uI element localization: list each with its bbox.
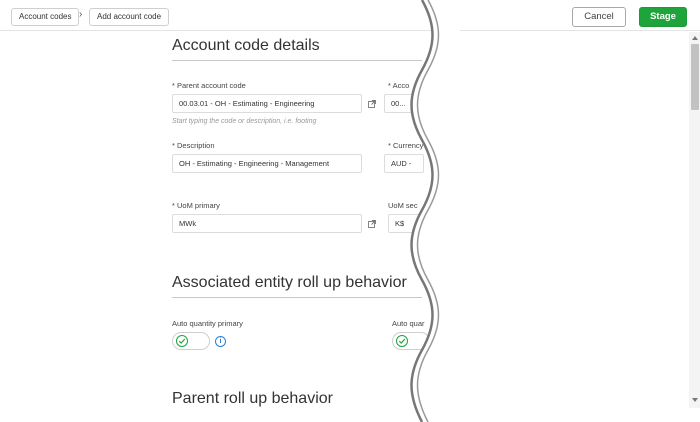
section-divider [172,60,422,61]
top-bar: Account codes › Add account code Cancel … [0,0,700,32]
section-divider [172,297,422,298]
parent-code-hint: Start typing the code or description, i.… [172,118,317,125]
breadcrumb-add-account-code[interactable]: Add account code [89,8,170,26]
auto-quantity-primary-toggle[interactable] [172,332,210,350]
open-link-icon[interactable] [368,100,376,108]
top-divider-right [450,30,700,31]
scrollbar-thumb[interactable] [691,44,699,110]
auto-quantity-primary-label: Auto quantity primary [172,319,243,328]
description-label: * Description [172,141,215,150]
section-title-details: Account code details [172,37,320,54]
stage-button[interactable]: Stage [639,7,687,27]
top-divider [0,30,460,31]
open-link-icon[interactable] [368,220,376,228]
parent-account-code-label: * Parent account code [172,81,246,90]
parent-account-code-input[interactable]: 00.03.01 - OH - Estimating - Engineering [172,94,362,113]
torn-edge-divider [410,0,460,422]
scroll-up-arrow-icon[interactable] [692,36,698,40]
info-icon[interactable]: i [215,336,226,347]
breadcrumb-account-codes[interactable]: Account codes [11,8,80,26]
uom-primary-input[interactable]: MWk [172,214,362,233]
check-icon [176,335,188,347]
section-title-parent-rollup: Parent roll up behavior [172,390,333,407]
scroll-down-arrow-icon[interactable] [692,398,698,402]
cancel-button[interactable]: Cancel [572,7,626,27]
description-input[interactable]: OH - Estimating - Engineering - Manageme… [172,154,362,173]
section-title-entity-rollup: Associated entity roll up behavior [172,274,407,291]
uom-primary-label: * UoM primary [172,201,220,210]
breadcrumb-chevron-icon: › [79,9,83,20]
